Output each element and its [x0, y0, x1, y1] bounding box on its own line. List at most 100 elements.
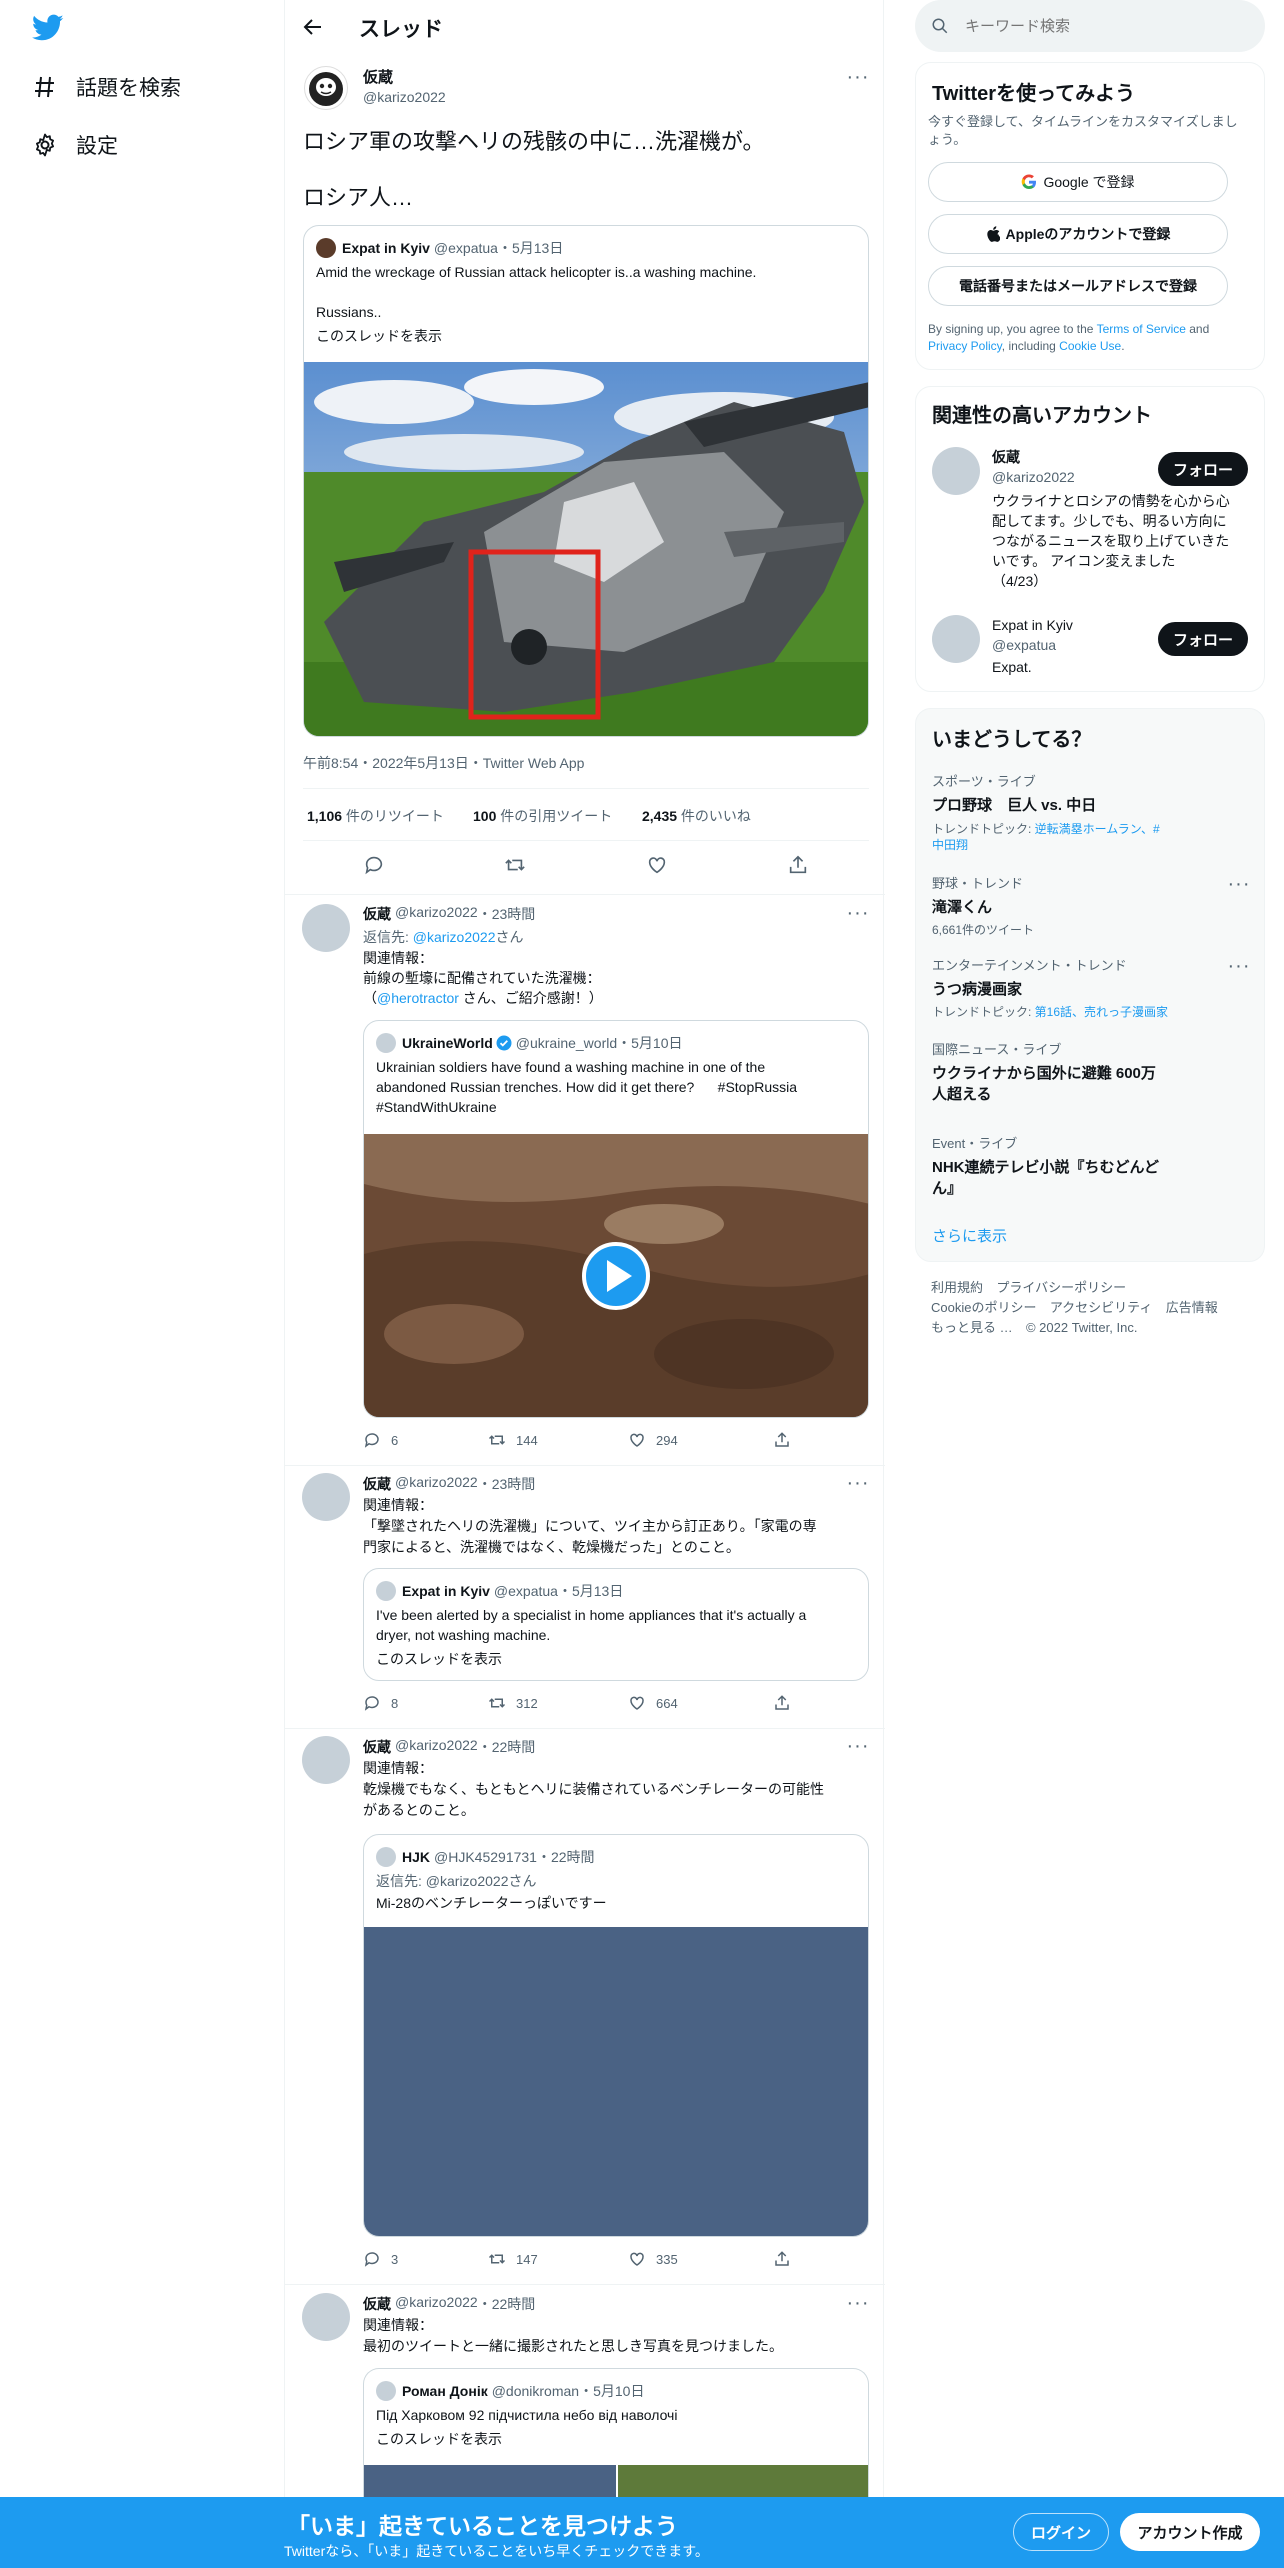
footer-link-more[interactable]: もっと見る …	[931, 1320, 1013, 1335]
footer-link-terms[interactable]: 利用規約	[931, 1280, 983, 1295]
avatar[interactable]	[302, 1473, 350, 1521]
nav-settings[interactable]: 設定	[32, 130, 118, 160]
trend-item[interactable]: スポーツ・ライブ プロ野球 巨人 vs. 中日 トレンドトピック: 逆転満塁ホー…	[932, 771, 1252, 853]
reply-time: ・23時間	[477, 1476, 536, 1492]
cookie-use-link[interactable]: Cookie Use	[1059, 339, 1121, 353]
google-signup-button[interactable]: Google で登録	[928, 162, 1228, 202]
tweet-text-line1: ロシア軍の攻撃ヘリの残骸の中に…洗濯機が。	[303, 129, 765, 154]
more-icon[interactable]: ···	[847, 1735, 869, 1757]
login-button[interactable]: ログイン	[1013, 2513, 1109, 2551]
avatar[interactable]	[932, 447, 980, 495]
video-thumbnail[interactable]	[364, 1134, 868, 1417]
share-icon[interactable]	[773, 1431, 801, 1449]
create-account-button[interactable]: アカウント作成	[1120, 2513, 1260, 2551]
main-tweet-author[interactable]: 仮蔵 @karizo2022	[363, 66, 446, 105]
related-account-karizo[interactable]: 仮蔵 @karizo2022	[992, 447, 1075, 485]
verified-badge-icon	[496, 1035, 512, 1051]
more-icon[interactable]: ···	[847, 902, 869, 924]
terms-text: By signing up, you agree to the Terms of…	[928, 321, 1246, 355]
avatar-daruma[interactable]	[304, 66, 348, 110]
quote-count[interactable]: 100 件の引用ツイート	[473, 806, 612, 826]
account-name: 仮蔵	[992, 449, 1020, 465]
show-more-link[interactable]: さらに表示	[932, 1225, 1007, 1246]
reply-text-line: 関連情報：	[363, 950, 433, 966]
trend-topic-link[interactable]: 逆転満塁ホームラン	[1035, 822, 1141, 836]
trend-item[interactable]: エンターテインメント・トレンド うつ病漫画家 トレンドトピック: 第16話、売れ…	[932, 955, 1252, 1020]
reply-to-link[interactable]: @karizo2022	[413, 929, 496, 945]
retweet-button[interactable]: 312	[488, 1694, 628, 1712]
retweet-button[interactable]: 144	[488, 1431, 628, 1449]
tweet-timestamp[interactable]: 午前8:54・2022年5月13日・Twitter Web App	[303, 753, 584, 773]
apple-signup-button[interactable]: Appleのアカウントで登録	[928, 214, 1228, 254]
reply-1-author[interactable]: 仮蔵 @karizo2022 ・23時間	[363, 904, 535, 924]
share-icon[interactable]	[787, 854, 809, 881]
more-icon[interactable]: ···	[1228, 873, 1250, 895]
retweet-count-label: 件のリツイート	[342, 808, 444, 824]
trends-title: いまどうしてる？	[932, 729, 1092, 751]
trend-item[interactable]: Event・ライブ NHK連続テレビ小説『ちむどんど ん』	[932, 1133, 1252, 1198]
retweet-count[interactable]: 1,106 件のリツイート	[307, 806, 444, 826]
divider	[285, 2284, 885, 2285]
related-account-expatua[interactable]: Expat in Kyiv @expatua Expat.	[992, 617, 1073, 675]
twitter-logo-icon[interactable]	[31, 14, 64, 42]
quote-count-label: 件の引用ツイート	[496, 808, 613, 824]
quoted-tweet-card[interactable]: UkraineWorld @ukraine_world ・5月10日 Ukrai…	[363, 1020, 869, 1418]
footer-link-accessibility[interactable]: アクセシビリティ	[1050, 1300, 1153, 1315]
trend-topic-link[interactable]: 第16話、売れっ子漫画家	[1035, 1005, 1168, 1019]
avatar[interactable]	[302, 1736, 350, 1784]
quote-avatar	[376, 1847, 396, 1867]
search-input[interactable]	[965, 17, 1235, 35]
more-icon[interactable]: ···	[847, 1472, 869, 1494]
trend-item[interactable]: 野球・トレンド 滝澤くん 6,661件のツイート	[932, 873, 1252, 938]
quoted-tweet-card[interactable]: Expat in Kyiv @expatua ・5月13日 I've been …	[363, 1568, 869, 1681]
show-thread-link[interactable]: このスレッドを表示	[376, 2429, 502, 2449]
quoted-tweet-card[interactable]: HJK @HJK45291731 ・22時間 返信先: @karizo2022さ…	[363, 1834, 869, 2237]
reply-3-author[interactable]: 仮蔵 @karizo2022 ・22時間	[363, 1737, 535, 1757]
quoted-tweet-card[interactable]: Expat in Kyiv @expatua ・5月13日 Amid the w…	[303, 225, 869, 737]
retweet-icon	[488, 1435, 506, 1445]
footer-link-cookie[interactable]: Cookieのポリシー	[931, 1300, 1036, 1315]
reply-text-line: 最初のツイートと一緒に撮影されたと思しき写真を見つけました。	[363, 2338, 783, 2354]
reply-actions: 3 147 335	[363, 2250, 823, 2268]
quote-text: abandoned Russian trenches. How did it g…	[376, 1079, 798, 1095]
footer-link-privacy[interactable]: プライバシーポリシー	[996, 1280, 1126, 1295]
retweet-button[interactable]: 147	[488, 2250, 628, 2268]
helicopter-wreck-photo[interactable]	[304, 362, 868, 736]
reply-2-author[interactable]: 仮蔵 @karizo2022 ・23時間	[363, 1474, 535, 1494]
footer-link-ads[interactable]: 広告情報	[1166, 1300, 1218, 1315]
retweet-icon[interactable]	[504, 854, 526, 881]
mention-link[interactable]: @herotractor	[377, 990, 459, 1006]
nav-explore[interactable]: 話題を検索	[32, 72, 181, 102]
avatar[interactable]	[932, 615, 980, 663]
more-icon[interactable]: ···	[1228, 955, 1250, 977]
share-icon[interactable]	[773, 1694, 801, 1712]
media-placeholder[interactable]	[364, 1927, 868, 2236]
like-icon[interactable]	[646, 854, 668, 881]
quote-text: Ukrainian soldiers have found a washing …	[376, 1059, 766, 1075]
follow-button[interactable]: フォロー	[1158, 452, 1248, 486]
like-button[interactable]: 294	[628, 1431, 773, 1449]
trend-item[interactable]: 国際ニュース・ライブ ウクライナから国外に避難 600万 人超える	[932, 1039, 1252, 1104]
phone-email-signup-button[interactable]: 電話番号またはメールアドレスで登録	[928, 266, 1228, 306]
show-thread-link[interactable]: このスレッドを表示	[316, 326, 442, 346]
back-arrow-icon[interactable]	[301, 15, 325, 39]
more-icon[interactable]: ···	[847, 66, 869, 88]
more-icon[interactable]: ···	[847, 2292, 869, 2314]
like-count[interactable]: 2,435 件のいいね	[642, 806, 751, 826]
show-thread-link[interactable]: このスレッドを表示	[376, 1649, 502, 1669]
reply-button[interactable]: 3	[363, 2250, 488, 2268]
search-box[interactable]	[915, 0, 1265, 52]
quote-text: Mi-28のベンチレーターっぽいですー	[376, 1895, 607, 1911]
like-button[interactable]: 664	[628, 1694, 773, 1712]
reply-4-author[interactable]: 仮蔵 @karizo2022 ・22時間	[363, 2294, 535, 2314]
terms-of-service-link[interactable]: Terms of Service	[1097, 322, 1186, 336]
like-button[interactable]: 335	[628, 2250, 773, 2268]
privacy-policy-link[interactable]: Privacy Policy	[928, 339, 1002, 353]
avatar[interactable]	[302, 2293, 350, 2341]
share-icon[interactable]	[773, 2250, 801, 2268]
reply-icon[interactable]	[363, 854, 385, 881]
follow-button[interactable]: フォロー	[1158, 622, 1248, 656]
reply-button[interactable]: 6	[363, 1431, 488, 1449]
avatar[interactable]	[302, 904, 350, 952]
reply-button[interactable]: 8	[363, 1694, 488, 1712]
